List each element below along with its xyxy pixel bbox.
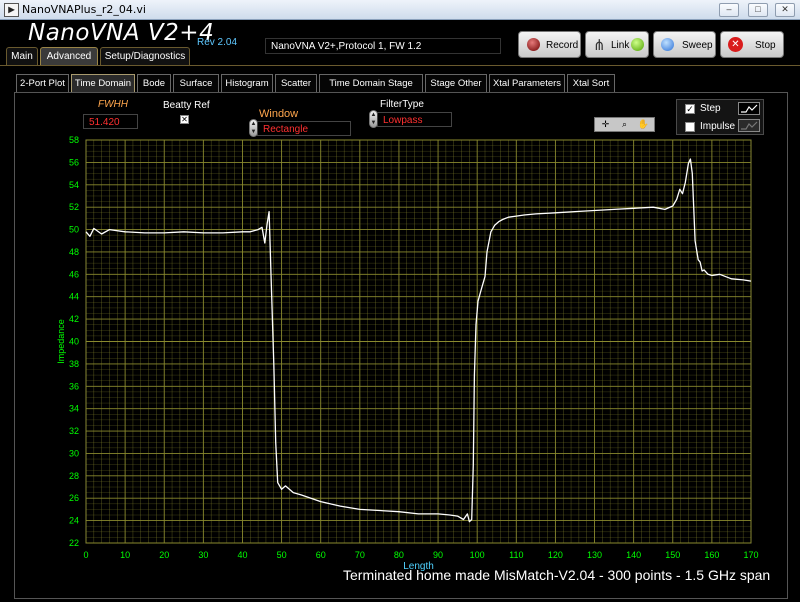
x-tick-label: 110 — [509, 550, 523, 560]
y-tick-label: 38 — [69, 359, 79, 369]
x-tick-label: 30 — [198, 550, 208, 560]
y-tick-label: 44 — [69, 292, 79, 302]
x-tick-label: 160 — [704, 550, 719, 560]
y-tick-label: 30 — [69, 448, 79, 458]
y-tick-label: 22 — [69, 538, 79, 548]
x-tick-label: 140 — [626, 550, 641, 560]
y-tick-label: 32 — [69, 426, 79, 436]
x-tick-label: 80 — [394, 550, 404, 560]
y-tick-label: 42 — [69, 314, 79, 324]
impedance-chart[interactable]: 0 10 20 30 40 50 60 70 80 90 100 110 120 130 140 150 160… — [0, 0, 800, 602]
y-tick-label: 54 — [69, 180, 79, 190]
y-tick-label: 34 — [69, 404, 79, 414]
y-tick-label: 46 — [69, 269, 79, 279]
y-tick-label: 36 — [69, 381, 79, 391]
x-tick-label: 20 — [159, 550, 169, 560]
x-tick-label: 120 — [548, 550, 563, 560]
y-tick-label: 58 — [69, 135, 79, 145]
y-axis-label: Impedance — [56, 319, 66, 364]
x-tick-label: 150 — [665, 550, 680, 560]
y-tick-label: 40 — [69, 337, 79, 347]
x-tick-label: 0 — [83, 550, 88, 560]
y-tick-label: 48 — [69, 247, 79, 257]
x-tick-label: 40 — [237, 550, 247, 560]
footer-caption: Terminated home made MisMatch-V2.04 - 30… — [343, 567, 771, 583]
y-tick-label: 28 — [69, 471, 79, 481]
x-tick-label: 100 — [470, 550, 485, 560]
x-tick-label: 170 — [743, 550, 758, 560]
x-tick-label: 70 — [355, 550, 365, 560]
y-tick-label: 24 — [69, 516, 79, 526]
x-tick-label: 10 — [120, 550, 130, 560]
x-tick-label: 130 — [587, 550, 602, 560]
y-tick-label: 52 — [69, 202, 79, 212]
x-tick-label: 50 — [277, 550, 287, 560]
y-tick-label: 56 — [69, 157, 79, 167]
x-tick-label: 60 — [316, 550, 326, 560]
x-tick-label: 90 — [433, 550, 443, 560]
y-tick-label: 26 — [69, 493, 79, 503]
y-tick-label: 50 — [69, 225, 79, 235]
